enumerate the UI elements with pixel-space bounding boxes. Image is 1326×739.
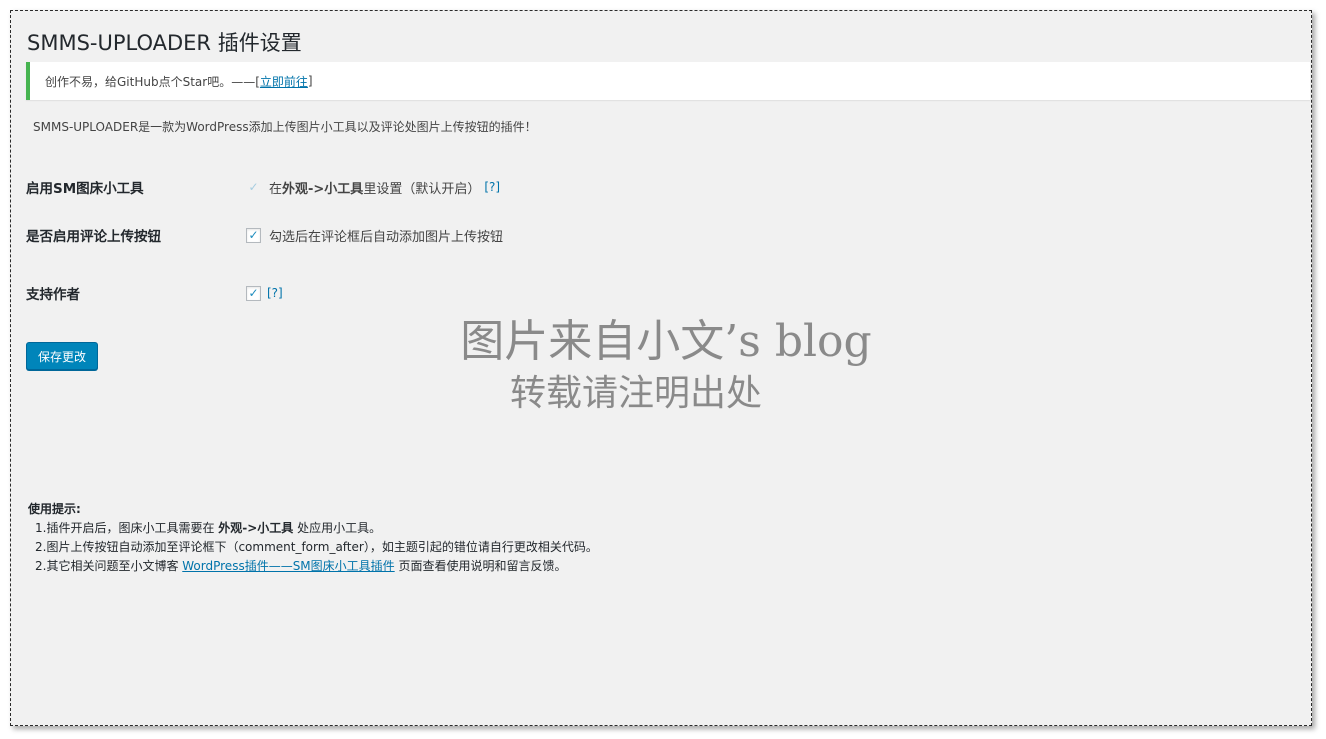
support-author-checkbox[interactable]: ✓ [246, 285, 261, 301]
watermark: 图片来自小文’s blog 转载请注明出处 [441, 314, 891, 418]
watermark-line-1: 图片来自小文’s blog [460, 316, 872, 367]
setting-field-support-author: ✓ [?] [246, 285, 283, 301]
check-icon: ✓ [248, 286, 259, 300]
support-author-help-link[interactable]: [?] [267, 286, 283, 300]
tip-3-text-end: 页面查看使用说明和留言反馈。 [394, 559, 567, 573]
usage-tips: 使用提示: 1.插件开启后，图床小工具需要在 外观->小工具 处应用小工具。 2… [28, 500, 598, 576]
setting-field-widget: ✓ 在 外观->小工具 里设置（默认开启） [?] [246, 178, 500, 197]
save-button[interactable]: 保存更改 [26, 342, 99, 370]
comment-upload-text: 勾选后在评论框后自动添加图片上传按钮 [269, 229, 504, 245]
widget-text-before: 在 [269, 181, 283, 197]
setting-row-widget: 启用SM图床小工具 ✓ 在 外观->小工具 里设置（默认开启） [?] [26, 176, 926, 198]
watermark-line-2: 转载请注明出处 [509, 373, 762, 414]
tip-item-3: 2.其它相关问题至小文博客 WordPress插件——SM图床小工具插件 页面查… [28, 557, 598, 576]
check-icon: ✓ [248, 180, 259, 194]
notice-text-end: ] [307, 74, 313, 88]
page-title: SMMS-UPLOADER 插件设置 [27, 31, 302, 55]
setting-label-widget: 启用SM图床小工具 [26, 181, 144, 197]
setting-label-support-author: 支持作者 [26, 287, 80, 303]
widget-help-link[interactable]: [?] [484, 180, 500, 194]
tip-1-bold: 外观->小工具 [218, 521, 294, 535]
comment-upload-checkbox[interactable]: ✓ [246, 227, 261, 243]
notice-go-link[interactable]: 立即前往 [260, 73, 308, 90]
plugin-description: SMMS-UPLOADER是一款为WordPress添加上传图片小工具以及评论处… [33, 120, 537, 134]
setting-row-support-author: 支持作者 ✓ [?] [26, 282, 926, 304]
tip-3-text: 2.其它相关问题至小文博客 [35, 559, 183, 573]
notice-text: 创作不易，给GitHub点个Star吧。——[ [45, 74, 260, 89]
tips-title: 使用提示: [28, 502, 81, 516]
widget-text-bold: 外观->小工具 [282, 181, 364, 197]
star-notice: 创作不易，给GitHub点个Star吧。——[立即前往] [26, 62, 1310, 100]
settings-page: SMMS-UPLOADER 插件设置 创作不易，给GitHub点个Star吧。—… [10, 10, 1312, 726]
setting-row-comment-upload: 是否启用评论上传按钮 ✓ 勾选后在评论框后自动添加图片上传按钮 [26, 224, 926, 246]
check-icon: ✓ [248, 228, 259, 242]
tip-3-plugin-link[interactable]: WordPress插件——SM图床小工具插件 [182, 559, 394, 573]
setting-field-comment-upload: ✓ 勾选后在评论框后自动添加图片上传按钮 [246, 226, 503, 245]
tip-1-text-end: 处应用小工具。 [293, 521, 382, 535]
tip-1-text: 1.插件开启后，图床小工具需要在 [35, 521, 219, 535]
tip-item-2: 2.图片上传按钮自动添加至评论框下（comment_form_after），如主… [35, 540, 598, 554]
widget-text-after: 里设置（默认开启） [363, 181, 481, 197]
widget-checkbox[interactable]: ✓ [246, 180, 261, 195]
setting-label-comment-upload: 是否启用评论上传按钮 [26, 229, 161, 245]
tip-item-1: 1.插件开启后，图床小工具需要在 外观->小工具 处应用小工具。 [28, 519, 598, 538]
